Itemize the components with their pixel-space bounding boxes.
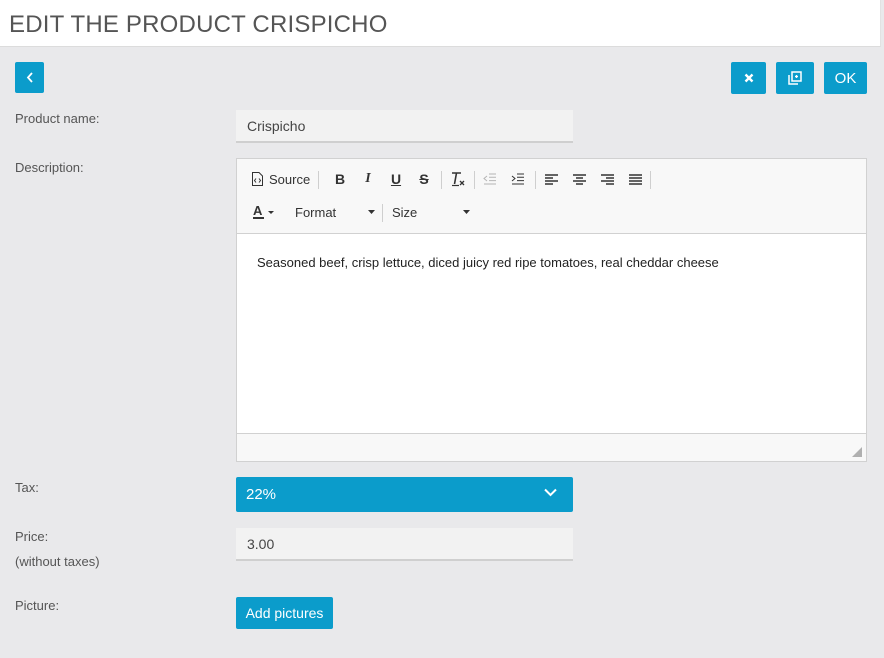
back-button[interactable] [15, 62, 44, 93]
toolbar-separator [441, 171, 442, 189]
description-editor: Source B I U S A Format Size Seasoned be… [236, 158, 867, 462]
price-label: Price: [15, 529, 49, 544]
align-right-icon[interactable] [599, 169, 615, 189]
editor-statusbar [237, 433, 866, 461]
outdent-icon[interactable] [482, 169, 498, 189]
product-name-input[interactable] [236, 110, 573, 143]
tax-selected-value: 22% [246, 486, 277, 503]
price-input[interactable] [236, 528, 573, 561]
chevron-down-icon [544, 488, 557, 497]
duplicate-icon [788, 71, 802, 85]
indent-icon[interactable] [510, 169, 526, 189]
align-center-icon[interactable] [571, 169, 587, 189]
description-label: Description: [15, 160, 84, 175]
chevron-left-icon [26, 72, 33, 83]
caret-down-icon [368, 210, 375, 214]
align-justify-icon[interactable] [627, 169, 643, 189]
picture-label: Picture: [15, 598, 60, 613]
align-left-icon[interactable] [543, 169, 559, 189]
add-pictures-button[interactable]: Add pictures [236, 597, 333, 629]
svg-text:A: A [253, 204, 263, 218]
strikethrough-icon[interactable]: S [417, 169, 431, 189]
italic-icon[interactable]: I [361, 169, 375, 189]
source-icon [252, 172, 263, 186]
toolbar-separator [318, 171, 319, 189]
format-label: Format [295, 204, 337, 220]
close-button[interactable] [731, 62, 766, 94]
format-dropdown[interactable]: Format [295, 202, 375, 222]
source-button[interactable]: Source [251, 169, 310, 189]
underline-icon[interactable]: U [389, 169, 403, 189]
toolbar-separator [474, 171, 475, 189]
tax-select[interactable]: 22% [236, 477, 573, 512]
remove-format-icon[interactable] [449, 169, 467, 189]
toolbar-separator [650, 171, 651, 189]
page-header: EDIT THE PRODUCT CRISPICHO [0, 0, 881, 47]
duplicate-button[interactable] [776, 62, 814, 94]
editor-toolbar: Source B I U S A Format Size [237, 159, 866, 234]
product-name-label: Product name: [15, 111, 100, 126]
text-color-button[interactable]: A [251, 202, 277, 222]
description-content[interactable]: Seasoned beef, crisp lettuce, diced juic… [257, 255, 719, 270]
price-sublabel: (without taxes) [15, 554, 100, 569]
ok-button[interactable]: OK [824, 62, 867, 94]
size-dropdown[interactable]: Size [392, 202, 470, 222]
resize-handle-icon[interactable] [852, 447, 862, 457]
size-label: Size [392, 204, 418, 220]
text-color-icon: A [253, 204, 274, 219]
toolbar-separator [535, 171, 536, 189]
tax-label: Tax: [15, 480, 39, 495]
page-title: EDIT THE PRODUCT CRISPICHO [9, 11, 388, 38]
close-x-icon [744, 73, 753, 83]
caret-down-icon [463, 210, 470, 214]
bold-icon[interactable]: B [333, 169, 347, 189]
toolbar-separator [382, 204, 383, 222]
source-label: Source [269, 171, 311, 187]
